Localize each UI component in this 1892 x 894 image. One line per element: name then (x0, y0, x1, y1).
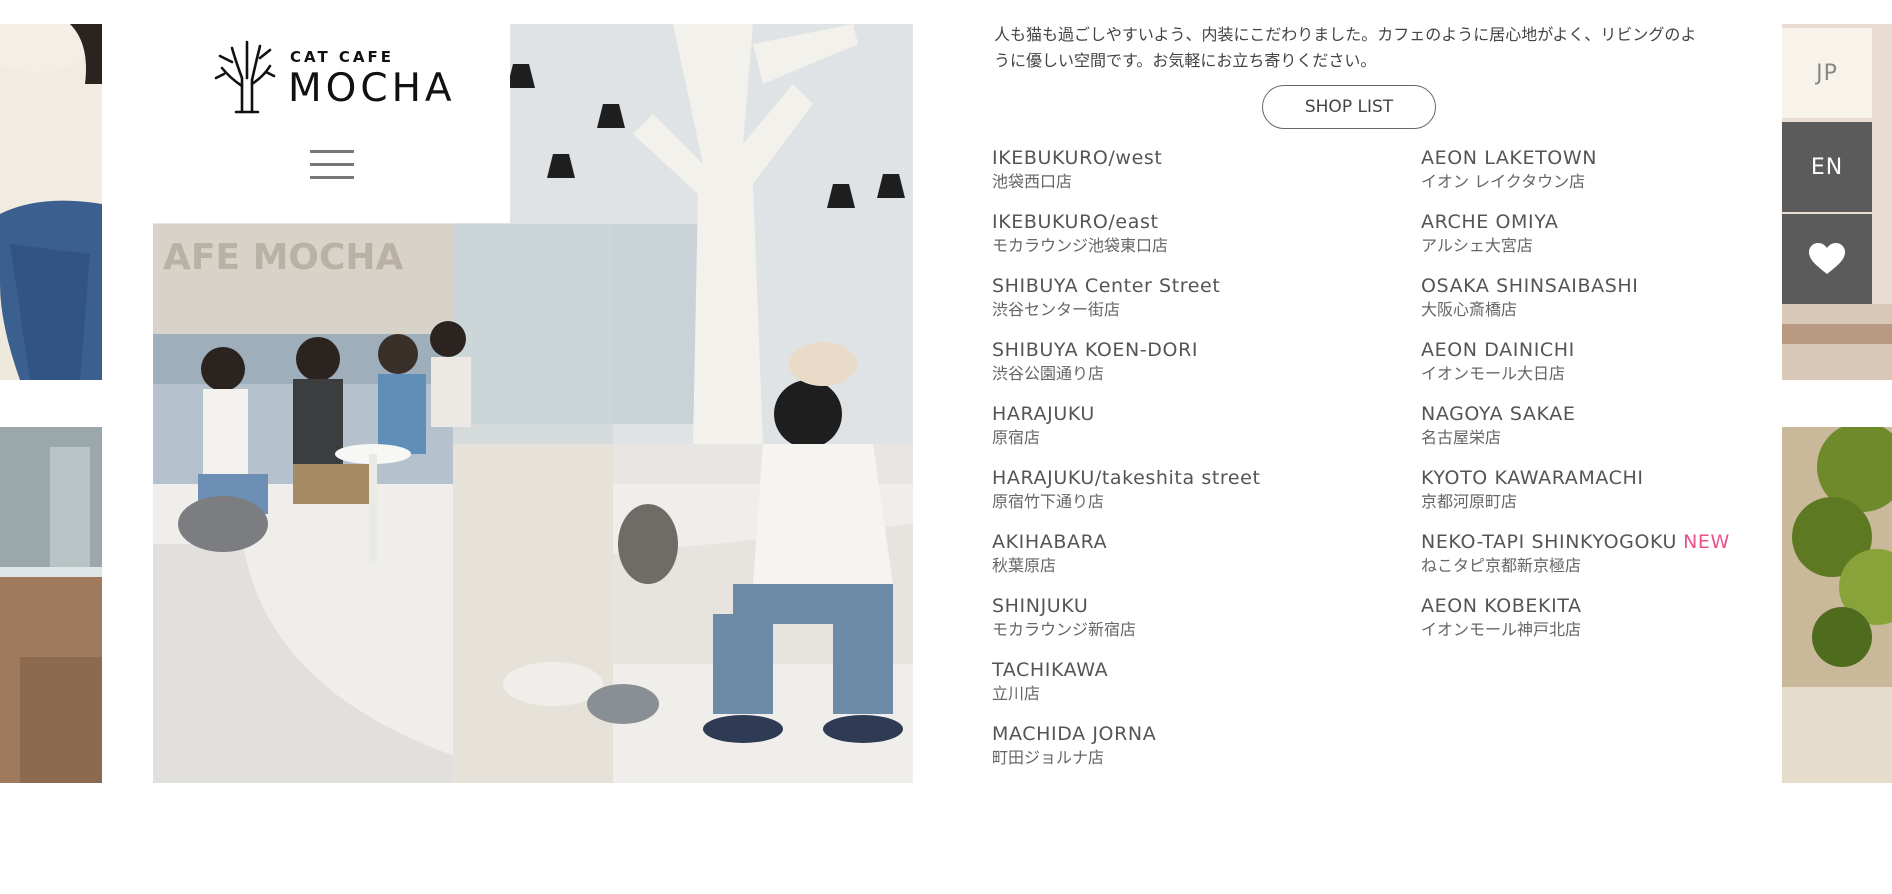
shop-link[interactable]: KYOTO KAWARAMACHI 京都河原町店 (1421, 466, 1730, 530)
shop-name-en: KYOTO KAWARAMACHI (1421, 467, 1644, 489)
shop-name-jp: モカラウンジ池袋東口店 (992, 236, 1169, 255)
shop-name-en: SHINJUKU (992, 595, 1089, 617)
shop-list-right: AEON LAKETOWN イオン レイクタウン店 ARCHE OMIYA アルシェ… (1421, 146, 1730, 658)
shop-name-jp: 秋葉原店 (992, 556, 1057, 575)
hamburger-menu-icon[interactable] (310, 148, 354, 182)
shop-link[interactable]: NEKO-TAPI SHINKYOGOKU NEW ねこタピ京都新京極店 (1421, 530, 1730, 594)
shop-name-jp: イオン レイクタウン店 (1421, 172, 1586, 191)
shop-name-en: TACHIKAWA (992, 659, 1109, 681)
shop-link[interactable]: AEON KOBEKITA イオンモール神戸北店 (1421, 594, 1730, 658)
favorite-button[interactable] (1782, 214, 1872, 304)
side-photo-left-bottom (0, 427, 102, 783)
shop-name-en: ARCHE OMIYA (1421, 211, 1559, 233)
side-photo-right-bottom (1782, 427, 1892, 783)
logo-name: MOCHA (288, 66, 456, 111)
shop-name-jp: 大阪心斎橋店 (1421, 300, 1518, 319)
shop-name-jp: 渋谷センター街店 (992, 300, 1121, 319)
shop-link[interactable]: SHINJUKU モカラウンジ新宿店 (992, 594, 1261, 658)
shop-name-jp: イオンモール大日店 (1421, 364, 1566, 383)
shop-link[interactable]: NAGOYA SAKAE 名古屋栄店 (1421, 402, 1730, 466)
language-jp-button[interactable]: JP (1782, 28, 1872, 118)
shop-name-en: HARAJUKU/takeshita street (992, 467, 1261, 489)
shop-link[interactable]: AKIHABARA 秋葉原店 (992, 530, 1261, 594)
shop-link[interactable]: OSAKA SHINSAIBASHI 大阪心斎橋店 (1421, 274, 1730, 338)
shop-name-jp: 池袋西口店 (992, 172, 1073, 191)
shop-link[interactable]: IKEBUKURO/west 池袋西口店 (992, 146, 1261, 210)
shop-name-en: AEON LAKETOWN (1421, 147, 1598, 169)
shop-name-en-text: NEKO-TAPI SHINKYOGOKU (1421, 531, 1678, 553)
shop-name-jp: 原宿店 (992, 428, 1041, 447)
shop-name-jp: アルシェ大宮店 (1421, 236, 1533, 255)
language-en-button[interactable]: EN (1782, 122, 1872, 212)
shop-name-en: IKEBUKURO/west (992, 147, 1163, 169)
svg-text:AFE MOCHA: AFE MOCHA (163, 237, 404, 278)
new-badge: NEW (1683, 531, 1730, 553)
shop-link[interactable]: TACHIKAWA 立川店 (992, 658, 1261, 722)
shop-name-en: AKIHABARA (992, 531, 1108, 553)
intro-text: 人も猫も過ごしやすいよう、内装にこだわりました。カフェのように居心地がよく、リビ… (994, 25, 1697, 70)
shop-link[interactable]: IKEBUKURO/east モカラウンジ池袋東口店 (992, 210, 1261, 274)
shop-name-jp: 町田ジョルナ店 (992, 748, 1105, 767)
shop-name-jp: 名古屋栄店 (1421, 428, 1502, 447)
shop-link[interactable]: AEON DAINICHI イオンモール大日店 (1421, 338, 1730, 402)
shop-name-en: SHIBUYA Center Street (992, 275, 1221, 297)
shop-name-jp: モカラウンジ新宿店 (992, 620, 1137, 639)
heart-icon (1809, 243, 1845, 274)
shop-name-en: HARAJUKU (992, 403, 1095, 425)
shop-name-en: NEKO-TAPI SHINKYOGOKU NEW (1421, 530, 1730, 554)
shop-link[interactable]: SHIBUYA KOEN-DORI 渋谷公園通り店 (992, 338, 1261, 402)
shop-name-en: OSAKA SHINSAIBASHI (1421, 275, 1639, 297)
shop-name-jp: 立川店 (992, 684, 1041, 703)
shop-name-jp: イオンモール神戸北店 (1421, 620, 1582, 639)
shop-name-jp: 京都河原町店 (1421, 492, 1518, 511)
shop-name-en: IKEBUKURO/east (992, 211, 1159, 233)
side-photo-left-top (0, 24, 102, 380)
shop-name-jp: 渋谷公園通り店 (992, 364, 1105, 383)
shop-list-left: IKEBUKURO/west 池袋西口店 IKEBUKURO/east モカラウンジ… (992, 146, 1261, 786)
shop-name-jp: ねこタピ京都新京極店 (1421, 556, 1582, 575)
shop-list-button[interactable]: SHOP LIST (1262, 85, 1436, 129)
shop-link[interactable]: HARAJUKU 原宿店 (992, 402, 1261, 466)
shop-link[interactable]: AEON LAKETOWN イオン レイクタウン店 (1421, 146, 1730, 210)
site-logo[interactable]: CAT CAFE MOCHA (212, 38, 462, 114)
logo-subtitle: CAT CAFE (290, 48, 395, 66)
shop-link[interactable]: HARAJUKU/takeshita street 原宿竹下通り店 (992, 466, 1261, 530)
shop-name-en: SHIBUYA KOEN-DORI (992, 339, 1199, 361)
shop-name-jp: 原宿竹下通り店 (992, 492, 1105, 511)
shop-name-en: NAGOYA SAKAE (1421, 403, 1576, 425)
shop-name-en: AEON KOBEKITA (1421, 595, 1582, 617)
shop-link[interactable]: SHIBUYA Center Street 渋谷センター街店 (992, 274, 1261, 338)
shop-link[interactable]: MACHIDA JORNA 町田ジョルナ店 (992, 722, 1261, 786)
shop-name-en: MACHIDA JORNA (992, 723, 1157, 745)
tree-logo-icon (214, 40, 276, 114)
shop-name-en: AEON DAINICHI (1421, 339, 1575, 361)
shop-link[interactable]: ARCHE OMIYA アルシェ大宮店 (1421, 210, 1730, 274)
